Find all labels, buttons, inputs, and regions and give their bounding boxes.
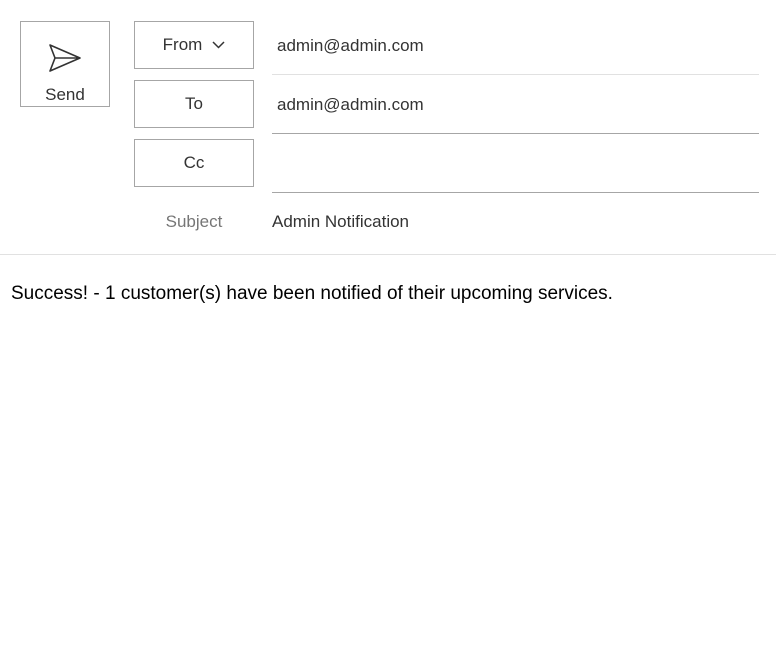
from-button[interactable]: From [134,21,254,69]
chevron-down-icon [212,41,225,49]
cc-label: Cc [183,153,205,172]
subject-field[interactable]: Admin Notification [272,212,759,232]
cc-field[interactable] [272,139,759,193]
from-label: From [162,35,203,54]
message-body[interactable]: Success! - 1 customer(s) have been notif… [11,283,766,305]
send-button-label: Send [45,85,85,104]
send-icon [49,44,81,72]
to-button[interactable]: To [134,80,254,128]
header-divider [0,254,776,255]
to-field[interactable]: admin@admin.com [272,80,759,134]
from-field[interactable]: admin@admin.com [272,21,759,75]
cc-button[interactable]: Cc [134,139,254,187]
to-label: To [185,94,203,113]
send-button[interactable]: Send [20,21,110,107]
subject-label: Subject [165,212,223,231]
